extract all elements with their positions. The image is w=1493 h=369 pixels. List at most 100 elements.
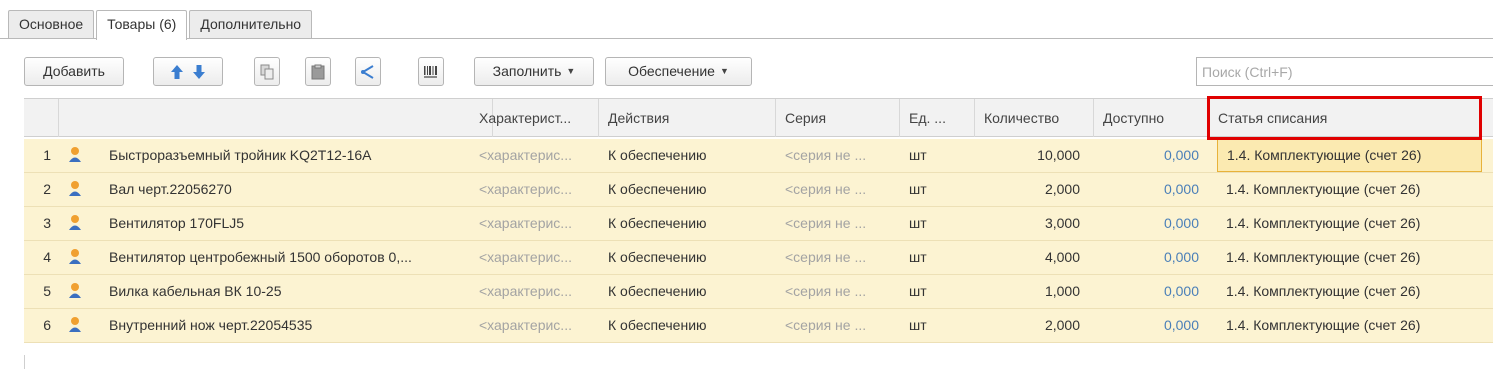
available-cell: 0,000 (1163, 147, 1199, 163)
unit-cell: шт (909, 147, 927, 163)
barcode-button[interactable] (418, 57, 444, 86)
tab-goods[interactable]: Товары (6) (96, 10, 188, 40)
tab-additional[interactable]: Дополнительно (189, 10, 313, 38)
column-header-product[interactable] (59, 99, 493, 137)
quantity-cell: 2,000 (1044, 181, 1080, 197)
fill-dropdown-button[interactable]: Заполнить ▼ (474, 57, 594, 86)
product-name: Вентилятор центробежный 1500 оборотов 0,… (109, 249, 412, 265)
characteristic-cell: <характерис... (479, 147, 572, 163)
user-icon (69, 147, 81, 162)
action-cell: К обеспечению (608, 147, 707, 163)
action-cell: К обеспечению (608, 317, 707, 333)
supply-label: Обеспечение (628, 63, 715, 79)
copy-icon (256, 61, 278, 83)
row-number: 3 (43, 215, 51, 231)
table-header: Характерист... Действия Серия Ед. ... Ко… (24, 98, 1493, 137)
table-row[interactable]: 1 Быстроразъемный тройник KQ2T12-16A <ха… (24, 139, 1493, 173)
quantity-cell: 4,000 (1044, 249, 1080, 265)
tab-divider (0, 38, 1493, 39)
series-cell: <серия не ... (785, 215, 867, 231)
share-icon (357, 61, 379, 83)
action-cell: К обеспечению (608, 215, 707, 231)
column-header-actions[interactable]: Действия (599, 99, 776, 137)
product-name: Вал черт.22056270 (109, 181, 232, 197)
row-number: 2 (43, 181, 51, 197)
writeoff-cell[interactable]: 1.4. Комплектующие (счет 26) (1209, 309, 1493, 342)
unit-cell: шт (909, 317, 927, 333)
column-header-number[interactable] (24, 99, 59, 137)
quantity-cell: 3,000 (1044, 215, 1080, 231)
product-name: Быстроразъемный тройник KQ2T12-16A (109, 147, 372, 163)
writeoff-cell[interactable]: 1.4. Комплектующие (счет 26) (1209, 241, 1493, 274)
table-row[interactable]: 4 Вентилятор центробежный 1500 оборотов … (24, 241, 1493, 275)
row-number: 6 (43, 317, 51, 333)
table-row[interactable]: 2 Вал черт.22056270 <характерис... К обе… (24, 173, 1493, 207)
series-cell: <серия не ... (785, 283, 867, 299)
unit-cell: шт (909, 283, 927, 299)
tab-bar: Основное Товары (6) Дополнительно (8, 10, 314, 40)
user-icon (69, 181, 81, 196)
characteristic-cell: <характерис... (479, 249, 572, 265)
paste-button[interactable] (305, 57, 331, 86)
action-cell: К обеспечению (608, 249, 707, 265)
writeoff-cell[interactable]: 1.4. Комплектующие (счет 26) (1209, 173, 1493, 206)
row-number: 1 (43, 147, 51, 163)
available-cell: 0,000 (1163, 215, 1199, 231)
product-name: Вентилятор 170FLJ5 (109, 215, 245, 231)
move-buttons-group (153, 57, 223, 86)
search-input[interactable] (1196, 57, 1493, 86)
unit-cell: шт (909, 215, 927, 231)
writeoff-cell[interactable]: 1.4. Комплектующие (счет 26) (1209, 275, 1493, 308)
table-row[interactable]: 6 Внутренний нож черт.22054535 <характер… (24, 309, 1493, 343)
quantity-cell: 1,000 (1044, 283, 1080, 299)
characteristic-cell: <характерис... (479, 181, 572, 197)
available-cell: 0,000 (1163, 317, 1199, 333)
fill-label: Заполнить (492, 63, 562, 79)
column-header-available[interactable]: Доступно (1094, 99, 1209, 137)
series-cell: <серия не ... (785, 147, 867, 163)
share-button[interactable] (355, 57, 381, 86)
product-name: Внутренний нож черт.22054535 (109, 317, 313, 333)
column-header-quantity[interactable]: Количество (975, 99, 1094, 137)
tab-main[interactable]: Основное (8, 10, 95, 38)
table-row[interactable]: 3 Вентилятор 170FLJ5 <характерис... К об… (24, 207, 1493, 241)
characteristic-cell: <характерис... (479, 215, 572, 231)
user-icon (69, 283, 81, 298)
action-cell: К обеспечению (608, 283, 707, 299)
copy-button[interactable] (254, 57, 280, 86)
barcode-icon (420, 61, 442, 83)
characteristic-cell: <характерис... (479, 283, 572, 299)
quantity-cell: 2,000 (1044, 317, 1080, 333)
writeoff-cell[interactable]: 1.4. Комплектующие (счет 26) (1217, 139, 1482, 172)
table-row[interactable]: 5 Вилка кабельная ВК 10-25 <характерис..… (24, 275, 1493, 309)
paste-icon (307, 61, 329, 83)
unit-cell: шт (909, 181, 927, 197)
row-number: 5 (43, 283, 51, 299)
user-icon (69, 249, 81, 264)
quantity-cell: 10,000 (1037, 147, 1080, 163)
available-cell: 0,000 (1163, 283, 1199, 299)
series-cell: <серия не ... (785, 249, 867, 265)
series-cell: <серия не ... (785, 181, 867, 197)
column-header-unit[interactable]: Ед. ... (900, 99, 975, 137)
add-button[interactable]: Добавить (24, 57, 124, 86)
characteristic-cell: <характерис... (479, 317, 572, 333)
table-bottom-edge (24, 355, 25, 369)
available-cell: 0,000 (1163, 249, 1199, 265)
chevron-down-icon: ▼ (719, 66, 729, 76)
row-number: 4 (43, 249, 51, 265)
series-cell: <серия не ... (785, 317, 867, 333)
product-name: Вилка кабельная ВК 10-25 (109, 283, 282, 299)
user-icon (69, 317, 81, 332)
available-cell: 0,000 (1163, 181, 1199, 197)
action-cell: К обеспечению (608, 181, 707, 197)
column-header-characteristic[interactable]: Характерист... (470, 99, 599, 137)
supply-dropdown-button[interactable]: Обеспечение ▼ (605, 57, 752, 86)
writeoff-cell[interactable]: 1.4. Комплектующие (счет 26) (1209, 207, 1493, 240)
move-down-icon[interactable] (188, 61, 210, 83)
user-icon (69, 215, 81, 230)
move-up-icon[interactable] (166, 61, 188, 83)
column-header-writeoff[interactable]: Статья списания (1209, 99, 1493, 137)
chevron-down-icon: ▼ (566, 66, 576, 76)
column-header-series[interactable]: Серия (776, 99, 900, 137)
